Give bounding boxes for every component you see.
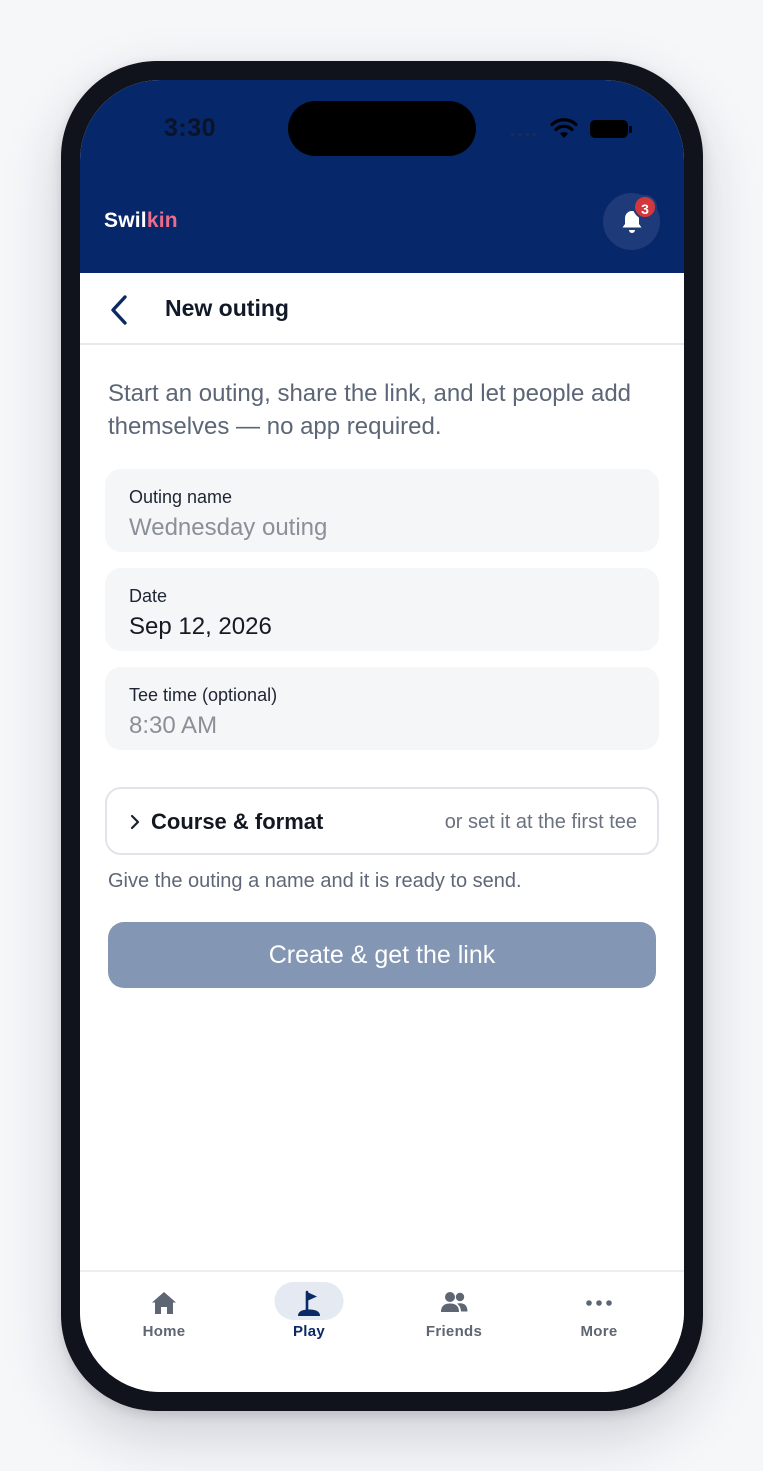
tee-time-input[interactable]: 8:30 AM bbox=[129, 712, 217, 740]
friends-icon bbox=[441, 1292, 468, 1312]
battery-icon bbox=[590, 120, 632, 138]
outing-name-label: Outing name bbox=[129, 487, 233, 507]
tab-play-label: Play bbox=[292, 1323, 326, 1340]
brand-text: Swil bbox=[104, 209, 147, 232]
course-format-label: Course & format bbox=[151, 809, 324, 834]
date-value[interactable]: Sep 12, 2026 bbox=[129, 613, 272, 641]
tab-friends-label: Friends bbox=[425, 1323, 483, 1340]
tab-more-label: More bbox=[580, 1323, 618, 1340]
bottom-tab-bar: Home Play Friends More bbox=[80, 1270, 684, 1392]
flag-icon bbox=[298, 1290, 320, 1316]
app-header: 3:30 Swilkin 3 bbox=[80, 80, 684, 273]
notification-count-badge: 3 bbox=[633, 195, 657, 219]
course-format-expander[interactable]: Course & format or set it at the first t… bbox=[105, 787, 659, 855]
outing-name-field[interactable]: Outing name Wednesday outing bbox=[105, 469, 659, 552]
intro-text: Start an outing, share the link, and let… bbox=[108, 380, 632, 440]
create-link-button[interactable]: Create & get the link bbox=[108, 922, 656, 988]
status-time: 3:30 bbox=[164, 114, 217, 142]
app-screen: 3:30 Swilkin 3 New outing Start an outin… bbox=[80, 80, 684, 1392]
date-field[interactable]: Date Sep 12, 2026 bbox=[105, 568, 659, 651]
home-icon bbox=[152, 1292, 176, 1314]
wifi-icon bbox=[550, 118, 578, 138]
tee-time-field[interactable]: Tee time (optional) 8:30 AM bbox=[105, 667, 659, 750]
dynamic-island bbox=[288, 101, 476, 156]
tab-home[interactable]: Home bbox=[89, 1272, 239, 1362]
tab-home-label: Home bbox=[142, 1323, 186, 1340]
page-header: New outing bbox=[80, 273, 684, 345]
cellular-signal-icon bbox=[511, 133, 536, 136]
back-arrow-icon[interactable] bbox=[106, 293, 132, 327]
tab-play[interactable]: Play bbox=[234, 1272, 384, 1362]
date-label: Date bbox=[129, 586, 168, 606]
tee-time-label: Tee time (optional) bbox=[129, 685, 278, 705]
form-hint: Give the outing a name and it is ready t… bbox=[108, 870, 522, 892]
tab-friends[interactable]: Friends bbox=[379, 1272, 529, 1362]
brand-logo: Swilkin bbox=[104, 209, 178, 233]
more-icon bbox=[586, 1300, 612, 1306]
outing-name-input[interactable]: Wednesday outing bbox=[129, 514, 327, 542]
page-title: New outing bbox=[165, 295, 289, 321]
chevron-right-icon bbox=[130, 814, 140, 830]
brand-accent-text: kin bbox=[146, 209, 178, 232]
tab-more[interactable]: More bbox=[524, 1272, 674, 1362]
course-format-hint: or set it at the first tee bbox=[444, 811, 637, 833]
phone-frame: 3:30 Swilkin 3 New outing Start an outin… bbox=[61, 61, 703, 1411]
